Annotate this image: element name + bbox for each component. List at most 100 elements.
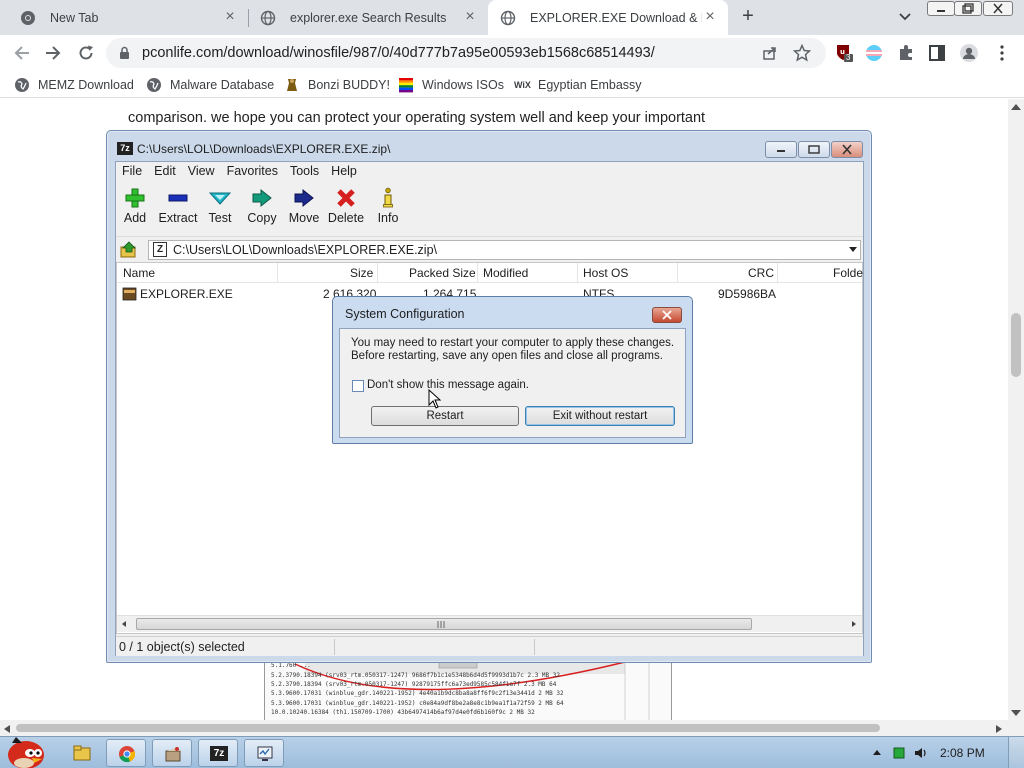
scroll-right-arrow-icon[interactable] bbox=[851, 620, 857, 628]
page-horizontal-scroll-thumb[interactable] bbox=[16, 724, 880, 732]
taskbar-chrome-button[interactable] bbox=[106, 739, 146, 767]
restore-button[interactable] bbox=[954, 1, 982, 16]
scroll-up-arrow-icon[interactable] bbox=[1010, 103, 1022, 111]
column-separator[interactable] bbox=[677, 263, 678, 283]
image-row: 5.3.9600.17031 (winblue_gdr.140221-1952)… bbox=[271, 700, 564, 707]
tool-info-button[interactable]: Info bbox=[366, 187, 410, 225]
column-folder[interactable]: Folde bbox=[833, 266, 863, 280]
column-separator[interactable] bbox=[277, 263, 278, 283]
star-icon[interactable] bbox=[793, 44, 811, 62]
tool-delete-button[interactable]: Delete bbox=[324, 187, 368, 225]
tool-add-button[interactable]: Add bbox=[113, 187, 157, 225]
tab-explorer-download[interactable]: EXPLORER.EXE Download & Fix F × bbox=[488, 0, 728, 35]
close-icon bbox=[993, 3, 1003, 14]
taskbar-installer-button[interactable] bbox=[152, 739, 192, 767]
side-panel-button[interactable] bbox=[927, 43, 947, 63]
column-name[interactable]: Name bbox=[123, 266, 155, 280]
start-button-angry-bird-icon[interactable] bbox=[2, 731, 48, 768]
chevron-down-icon[interactable] bbox=[849, 247, 857, 252]
scroll-down-arrow-icon[interactable] bbox=[1010, 709, 1022, 717]
folder-up-icon[interactable] bbox=[120, 241, 138, 259]
taskbar-clock[interactable]: 2:08 PM bbox=[940, 746, 985, 760]
zip-horizontal-scrollbar[interactable] bbox=[117, 615, 862, 632]
info-icon bbox=[383, 187, 393, 208]
flag-extension-icon[interactable] bbox=[864, 43, 884, 63]
tool-copy-button[interactable]: Copy bbox=[240, 187, 284, 225]
zip-close-button[interactable] bbox=[831, 141, 863, 158]
column-separator[interactable] bbox=[377, 263, 378, 283]
arrow-right-icon bbox=[294, 188, 314, 208]
chevron-down-icon[interactable] bbox=[896, 9, 914, 25]
taskbar-explorer-button[interactable] bbox=[62, 739, 102, 767]
window-title: C:\Users\LOL\Downloads\EXPLORER.EXE.zip\ bbox=[137, 142, 391, 156]
volume-icon[interactable] bbox=[914, 746, 928, 760]
tab-close-icon[interactable]: × bbox=[702, 9, 718, 25]
lock-icon[interactable] bbox=[119, 46, 130, 60]
column-host-os[interactable]: Host OS bbox=[583, 266, 628, 280]
taskbar-msconfig-button[interactable] bbox=[244, 739, 284, 767]
status-separator bbox=[334, 639, 335, 655]
dont-show-again-label[interactable]: Don't show this message again. bbox=[367, 379, 529, 391]
wix-icon: WiX bbox=[514, 80, 531, 90]
zip-minimize-button[interactable] bbox=[765, 141, 797, 158]
share-icon[interactable] bbox=[762, 45, 778, 61]
column-separator[interactable] bbox=[777, 263, 778, 283]
tab-close-icon[interactable]: × bbox=[222, 9, 238, 25]
browser-toolbar: pconlife.com/download/winosfile/987/0/40… bbox=[0, 35, 1024, 71]
zip-path-combobox[interactable]: Z C:\Users\LOL\Downloads\EXPLORER.EXE.zi… bbox=[148, 240, 861, 260]
show-hidden-icons-chevron-icon[interactable] bbox=[870, 746, 884, 760]
exit-without-restart-button[interactable]: Exit without restart bbox=[525, 406, 675, 426]
extensions-button[interactable] bbox=[896, 43, 916, 63]
column-packed-size[interactable]: Packed Size bbox=[409, 266, 476, 280]
scroll-right-arrow-icon[interactable] bbox=[995, 724, 1003, 734]
maximize-icon bbox=[808, 145, 820, 154]
reload-button[interactable] bbox=[74, 41, 98, 65]
url-text[interactable]: pconlife.com/download/winosfile/987/0/40… bbox=[142, 45, 655, 61]
zip-horizontal-scroll-thumb[interactable] bbox=[136, 618, 752, 630]
profile-button[interactable] bbox=[959, 43, 979, 63]
tab-close-icon[interactable]: × bbox=[462, 9, 478, 25]
tool-move-button[interactable]: Move bbox=[282, 187, 326, 225]
bookmark-bonzi-buddy[interactable]: Bonzi BUDDY! bbox=[284, 76, 390, 94]
dialog-close-button[interactable] bbox=[652, 307, 682, 323]
show-desktop-button[interactable] bbox=[1008, 737, 1024, 768]
menu-button[interactable] bbox=[992, 43, 1012, 63]
new-tab-button[interactable]: + bbox=[737, 6, 759, 28]
tool-extract-button[interactable]: Extract bbox=[156, 187, 200, 225]
close-button[interactable] bbox=[983, 1, 1013, 16]
zip-address-bar: Z C:\Users\LOL\Downloads\EXPLORER.EXE.zi… bbox=[116, 236, 863, 262]
action-center-icon[interactable] bbox=[892, 746, 906, 760]
page-vertical-scroll-thumb[interactable] bbox=[1011, 313, 1021, 377]
zip-maximize-button[interactable] bbox=[798, 141, 830, 158]
bookmark-windows-isos[interactable]: Windows ISOs bbox=[398, 76, 504, 94]
column-separator[interactable] bbox=[577, 263, 578, 283]
menu-edit[interactable]: Edit bbox=[148, 162, 182, 182]
back-button[interactable] bbox=[10, 41, 34, 65]
tool-test-button[interactable]: Test bbox=[198, 187, 242, 225]
column-modified[interactable]: Modified bbox=[483, 266, 528, 280]
address-bar[interactable]: pconlife.com/download/winosfile/987/0/40… bbox=[106, 38, 826, 68]
menu-file[interactable]: File bbox=[116, 162, 148, 182]
taskbar-7zip-button[interactable]: 7z bbox=[198, 739, 238, 767]
ublock-extension-icon[interactable]: u 3 bbox=[834, 43, 854, 63]
menu-tools[interactable]: Tools bbox=[284, 162, 325, 182]
dont-show-again-checkbox[interactable] bbox=[352, 380, 364, 392]
bookmark-egyptian-embassy[interactable]: WiX Egyptian Embassy bbox=[514, 76, 642, 94]
tab-search-results[interactable]: explorer.exe Search Results × bbox=[248, 0, 488, 35]
menu-help[interactable]: Help bbox=[325, 162, 363, 182]
system-configuration-dialog: System Configuration You may need to res… bbox=[332, 296, 693, 444]
column-crc[interactable]: CRC bbox=[748, 266, 774, 280]
minimize-button[interactable] bbox=[927, 1, 955, 16]
menu-view[interactable]: View bbox=[182, 162, 221, 182]
restart-button[interactable]: Restart bbox=[371, 406, 519, 426]
column-size[interactable]: Size bbox=[350, 266, 373, 280]
tab-new-tab[interactable]: New Tab × bbox=[8, 0, 248, 35]
column-separator[interactable] bbox=[477, 263, 478, 283]
tool-label: Move bbox=[288, 211, 320, 225]
forward-button[interactable] bbox=[41, 41, 65, 65]
scroll-left-arrow-icon[interactable] bbox=[121, 620, 127, 628]
page-vertical-scrollbar[interactable] bbox=[1008, 99, 1024, 720]
bookmark-memz-download[interactable]: MEMZ Download bbox=[14, 76, 134, 94]
bookmark-malware-database[interactable]: Malware Database bbox=[146, 76, 274, 94]
menu-favorites[interactable]: Favorites bbox=[221, 162, 284, 182]
